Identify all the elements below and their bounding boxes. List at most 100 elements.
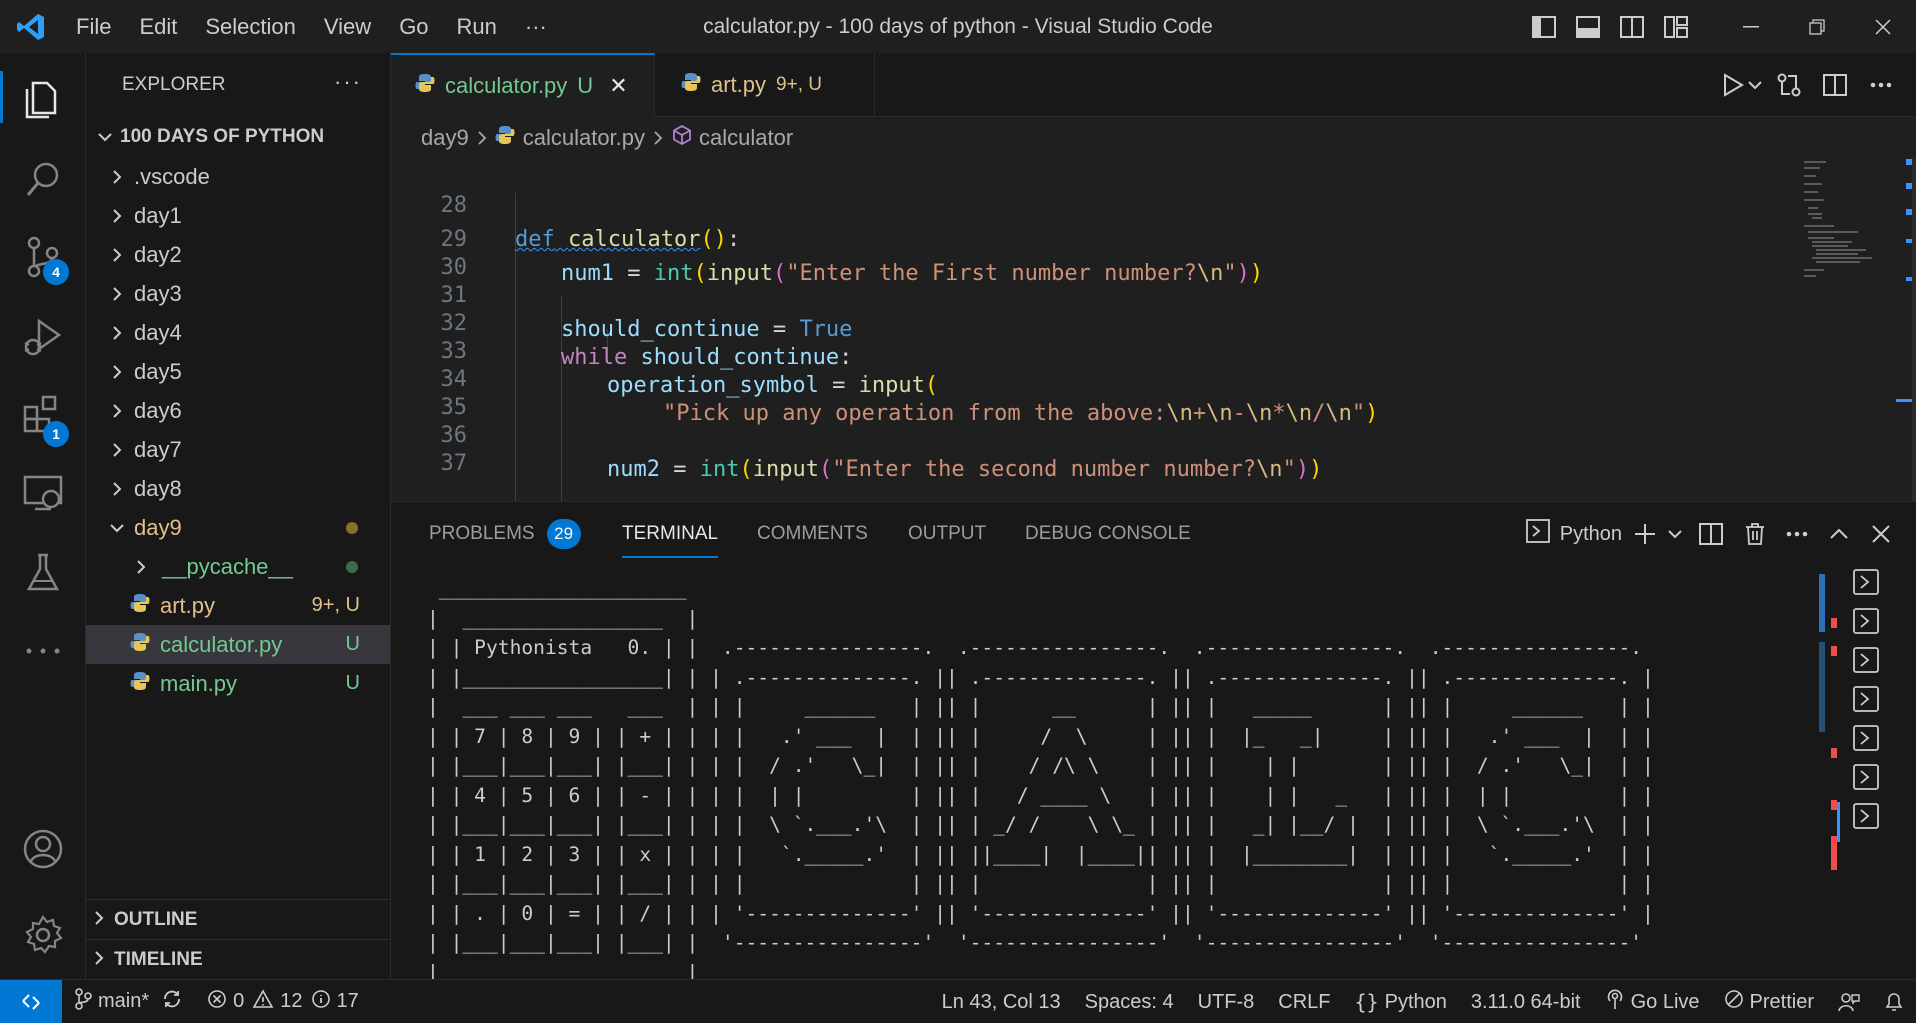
terminal-instance-icon[interactable]: [1850, 566, 1882, 598]
tree-folder-day2[interactable]: day2: [86, 235, 390, 274]
indentation[interactable]: Spaces: 4: [1073, 980, 1186, 1023]
end-of-line[interactable]: CRLF: [1266, 980, 1342, 1023]
tab-comments[interactable]: COMMENTS: [757, 502, 868, 566]
more-actions-icon[interactable]: [1858, 53, 1904, 117]
tree-folder-day7[interactable]: day7: [86, 430, 390, 469]
menu-view[interactable]: View: [310, 0, 385, 53]
tree-label: day2: [134, 241, 182, 267]
terminal-instance-icon[interactable]: [1850, 644, 1882, 676]
toggle-primary-sidebar-icon[interactable]: [1522, 0, 1566, 53]
terminal-instance-icon[interactable]: [1850, 800, 1882, 832]
breadcrumb-file[interactable]: calculator.py: [523, 125, 645, 151]
tab-debug-console[interactable]: DEBUG CONSOLE: [1025, 502, 1191, 566]
run-dropdown-chevron-icon[interactable]: [1744, 53, 1766, 117]
tab-output[interactable]: OUTPUT: [908, 502, 986, 566]
tab-art[interactable]: art.py 9+, U: [655, 53, 875, 117]
minimize-button[interactable]: [1718, 0, 1784, 53]
tree-folder-day9[interactable]: day9: [86, 508, 390, 547]
timeline-section[interactable]: TIMELINE: [86, 939, 390, 979]
tree-folder-day6[interactable]: day6: [86, 391, 390, 430]
breadcrumb-symbol[interactable]: calculator: [699, 125, 793, 151]
trash-icon[interactable]: [1734, 502, 1776, 566]
python-file-icon: [130, 593, 150, 619]
tree-folder-pycache[interactable]: __pycache__: [86, 547, 390, 586]
problems-summary[interactable]: 0 12 17: [195, 980, 371, 1023]
terminal-profile[interactable]: Python: [1520, 502, 1628, 566]
restore-button[interactable]: [1784, 0, 1850, 53]
menu-more[interactable]: ···: [511, 0, 561, 53]
close-tab-icon[interactable]: ✕: [609, 73, 627, 99]
split-terminal-icon[interactable]: [1688, 502, 1734, 566]
terminal-instance-icon[interactable]: [1850, 722, 1882, 754]
menu-go[interactable]: Go: [385, 0, 442, 53]
terminal-output[interactable]: _____________________ | ________________…: [427, 574, 1827, 980]
tree-folder-vscode[interactable]: .vscode: [86, 157, 390, 196]
tree-file-art[interactable]: art.py 9+, U: [86, 586, 390, 625]
terminal-error-mark: [1831, 646, 1837, 656]
tree-label: day9: [134, 514, 182, 540]
menu-selection[interactable]: Selection: [191, 0, 310, 53]
comments-label: COMMENTS: [757, 523, 868, 544]
code-token: num2: [607, 457, 660, 482]
tree-folder-day5[interactable]: day5: [86, 352, 390, 391]
accounts-icon[interactable]: [0, 813, 86, 885]
maximize-panel-chevron-up-icon[interactable]: [1818, 502, 1860, 566]
open-changes-icon[interactable]: [1766, 53, 1812, 117]
minimap[interactable]: [1796, 159, 1916, 501]
sync-icon[interactable]: [161, 988, 183, 1016]
tree-folder-day1[interactable]: day1: [86, 196, 390, 235]
workspace-folder-header[interactable]: 100 DAYS OF PYTHON: [86, 117, 390, 156]
toggle-panel-icon[interactable]: [1566, 0, 1610, 53]
language-mode[interactable]: {} Python: [1343, 980, 1459, 1023]
terminal-scrollbar-thumb[interactable]: [1819, 574, 1825, 632]
python-interpreter[interactable]: 3.11.0 64-bit: [1459, 980, 1593, 1023]
toggle-secondary-sidebar-icon[interactable]: [1610, 0, 1654, 53]
outline-section[interactable]: OUTLINE: [86, 899, 390, 939]
manage-gear-icon[interactable]: [0, 899, 86, 971]
breadcrumb-folder[interactable]: day9: [421, 125, 469, 151]
editor-tabs: calculator.py U ✕ art.py 9+, U: [391, 53, 1916, 117]
remote-explorer-icon[interactable]: [0, 457, 86, 529]
terminal-instance-icon[interactable]: [1850, 605, 1882, 637]
remote-indicator-icon[interactable]: [0, 979, 62, 1023]
terminal-instance-icon[interactable]: [1850, 761, 1882, 793]
customize-layout-icon[interactable]: [1654, 0, 1698, 53]
prettier-button[interactable]: Prettier: [1712, 980, 1826, 1023]
encoding[interactable]: UTF-8: [1186, 980, 1267, 1023]
terminal-dropdown-chevron-icon[interactable]: [1662, 502, 1688, 566]
run-debug-icon[interactable]: [0, 301, 86, 373]
menu-edit[interactable]: Edit: [125, 0, 191, 53]
code-editor[interactable]: 28 def calculator(): 29 num1 = int(input…: [391, 159, 1916, 501]
source-control-icon[interactable]: 4: [0, 221, 86, 293]
menu-run[interactable]: Run: [443, 0, 511, 53]
tree-label: .vscode: [134, 163, 210, 189]
outline-label: OUTLINE: [114, 908, 198, 930]
split-editor-icon[interactable]: [1812, 53, 1858, 117]
tab-problems[interactable]: PROBLEMS 29: [429, 502, 581, 566]
terminal-instance-icon[interactable]: [1850, 683, 1882, 715]
tree-file-main[interactable]: main.py U: [86, 664, 390, 703]
testing-icon[interactable]: [0, 537, 86, 609]
tree-folder-day4[interactable]: day4: [86, 313, 390, 352]
git-branch[interactable]: main*: [62, 980, 195, 1023]
tree-folder-day8[interactable]: day8: [86, 469, 390, 508]
search-icon[interactable]: [0, 143, 86, 215]
go-live-button[interactable]: Go Live: [1593, 980, 1712, 1023]
notifications-bell-icon[interactable]: [1872, 980, 1916, 1023]
close-panel-icon[interactable]: [1860, 502, 1902, 566]
new-terminal-plus-icon[interactable]: [1628, 502, 1662, 566]
more-actions-icon[interactable]: [1776, 502, 1818, 566]
tab-terminal[interactable]: TERMINAL: [622, 502, 719, 566]
cursor-position[interactable]: Ln 43, Col 13: [930, 980, 1073, 1023]
more-views-icon[interactable]: [0, 615, 86, 687]
feedback-icon[interactable]: [1826, 980, 1872, 1023]
extensions-icon[interactable]: 1: [0, 379, 86, 451]
menu-file[interactable]: File: [62, 0, 125, 53]
explorer-icon[interactable]: [0, 61, 86, 133]
explorer-more-button[interactable]: ···: [334, 69, 362, 95]
tree-folder-day3[interactable]: day3: [86, 274, 390, 313]
tree-file-calculator[interactable]: calculator.py U: [86, 625, 390, 664]
tab-calculator[interactable]: calculator.py U ✕: [391, 53, 655, 117]
code-token: ): [1309, 457, 1323, 482]
close-window-button[interactable]: [1850, 0, 1916, 53]
